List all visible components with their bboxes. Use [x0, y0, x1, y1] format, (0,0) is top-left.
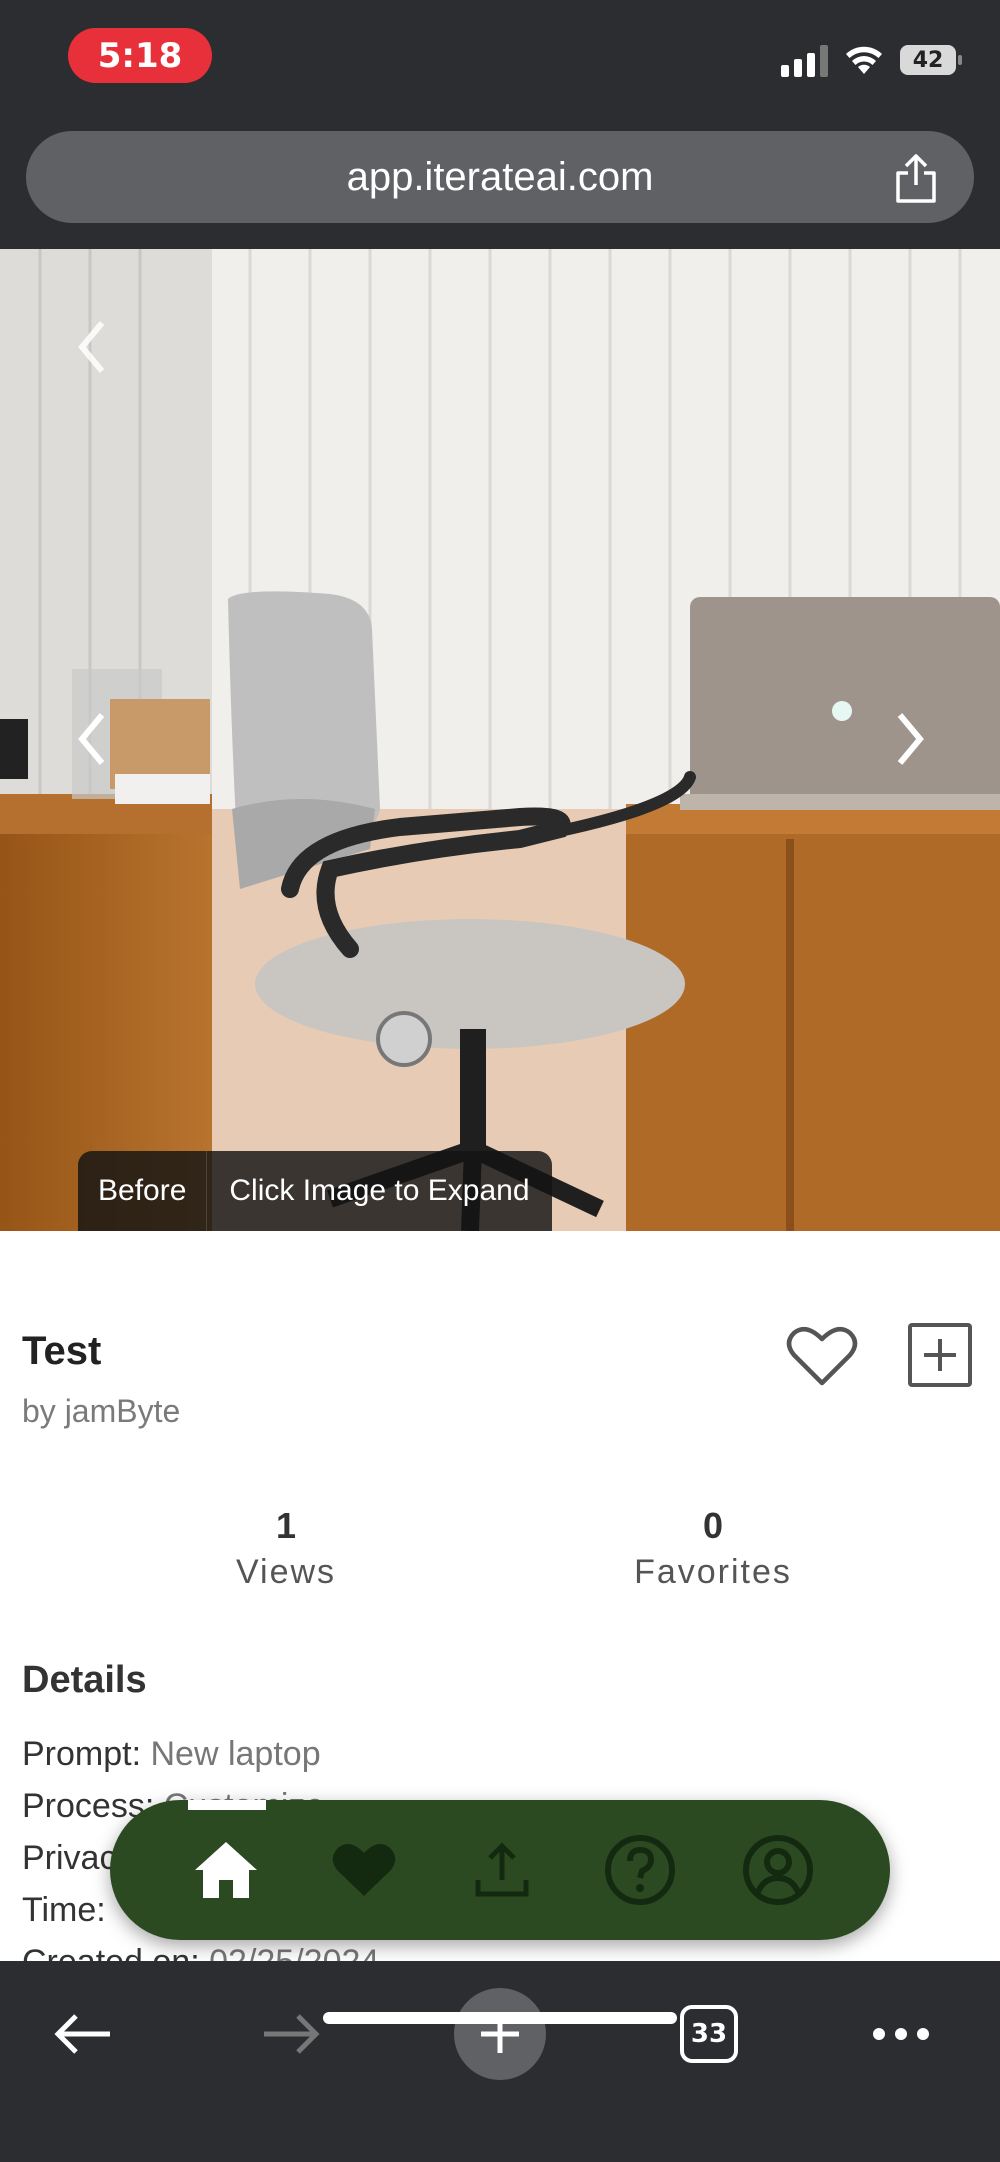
- help-icon: [605, 1835, 675, 1905]
- floating-nav-bar: [110, 1800, 890, 1940]
- upload-icon: [475, 1842, 529, 1897]
- wifi-icon: [846, 46, 882, 74]
- arrow-left-icon: [54, 2014, 110, 2054]
- item-title: Test: [22, 1329, 102, 1373]
- views-stat: 1 Views: [206, 1505, 366, 1592]
- add-to-collection-button[interactable]: [908, 1323, 972, 1387]
- hero-caption: Before Click Image to Expand: [78, 1151, 552, 1231]
- nav-upload[interactable]: [466, 1834, 538, 1906]
- details-heading: Details: [22, 1659, 147, 1701]
- favorites-count: 0: [702, 1505, 724, 1546]
- home-icon: [195, 1842, 257, 1898]
- favorite-heart-icon[interactable]: [786, 1323, 858, 1389]
- nav-profile[interactable]: [742, 1834, 814, 1906]
- chevron-right-icon: [897, 713, 924, 765]
- nav-help[interactable]: [604, 1834, 676, 1906]
- cellular-signal-icon: [781, 43, 828, 77]
- new-tab-button[interactable]: [453, 1988, 547, 2080]
- browser-bottom-toolbar: 33: [0, 1961, 1000, 2162]
- more-dots-icon: [873, 2028, 929, 2040]
- favorites-stat: 0 Favorites: [608, 1505, 818, 1592]
- battery-icon: 42: [900, 45, 962, 75]
- active-tab-indicator: [188, 1800, 266, 1810]
- url-text: app.iterateai.com: [346, 154, 654, 199]
- chevron-left-icon: [78, 321, 105, 373]
- previous-image-button[interactable]: [62, 699, 122, 779]
- status-time: 5:18: [68, 28, 212, 83]
- url-bar[interactable]: app.iterateai.com: [26, 131, 974, 223]
- next-image-button[interactable]: [880, 699, 940, 779]
- detail-prompt: Prompt: New laptop: [22, 1735, 321, 1774]
- plus-icon: [924, 1339, 956, 1371]
- item-author[interactable]: by jamByte: [22, 1393, 180, 1430]
- before-label: Before: [78, 1151, 208, 1231]
- heart-icon: [332, 1844, 396, 1896]
- detail-value: New laptop: [150, 1735, 321, 1773]
- office-chair-photo: [0, 249, 1000, 1231]
- back-button[interactable]: [48, 1989, 118, 2079]
- detail-key: Prompt:: [22, 1735, 142, 1773]
- favorites-label: Favorites: [634, 1553, 792, 1591]
- more-menu-button[interactable]: [866, 1989, 936, 2079]
- views-count: 1: [275, 1505, 297, 1546]
- profile-icon: [743, 1835, 813, 1905]
- detail-key: Time:: [22, 1891, 106, 1929]
- forward-button[interactable]: [256, 1989, 326, 2079]
- page: 5:18 42 app.iterateai.com Before Click I…: [0, 0, 1000, 2162]
- status-icons: 42: [781, 40, 962, 80]
- tabs-count: 33: [680, 2005, 738, 2063]
- new-tab-circle: [454, 1988, 546, 2080]
- chevron-left-icon: [78, 713, 105, 765]
- arrow-right-icon: [264, 2014, 320, 2054]
- browser-top-chrome: 5:18 42 app.iterateai.com: [0, 0, 1000, 249]
- tabs-button[interactable]: 33: [676, 1989, 742, 2079]
- hero-image[interactable]: Before Click Image to Expand: [0, 249, 1000, 1231]
- home-indicator[interactable]: [323, 2012, 677, 2024]
- nav-home[interactable]: [190, 1834, 262, 1906]
- detail-time: Time:: [22, 1891, 106, 1930]
- views-label: Views: [235, 1553, 337, 1591]
- expand-hint[interactable]: Click Image to Expand: [207, 1174, 551, 1208]
- nav-favorites[interactable]: [328, 1834, 400, 1906]
- hero-top-left-arrow[interactable]: [62, 307, 122, 387]
- share-icon[interactable]: [892, 153, 940, 205]
